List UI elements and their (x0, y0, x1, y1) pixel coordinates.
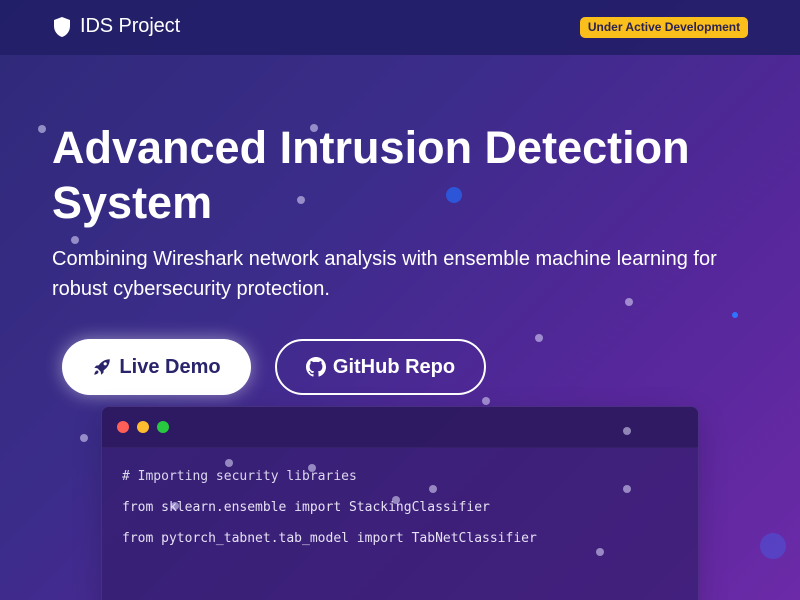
background-particle (482, 397, 490, 405)
status-badge: Under Active Development (580, 17, 748, 38)
code-body: # Importing security libraries from skle… (122, 469, 537, 562)
background-particle (308, 464, 316, 472)
page-title: Advanced Intrusion Detection System (52, 122, 690, 228)
background-particle (429, 485, 437, 493)
brand[interactable]: IDS Project (52, 15, 180, 38)
live-demo-button[interactable]: Live Demo (62, 339, 251, 395)
minimize-dot-icon (137, 421, 149, 433)
code-window-titlebar (102, 407, 698, 448)
live-demo-label: Live Demo (119, 355, 221, 378)
hero-subtitle: Combining Wireshark network analysis wit… (52, 248, 717, 300)
background-particle (623, 427, 631, 435)
close-dot-icon (117, 421, 129, 433)
background-particle (80, 434, 88, 442)
background-particle (732, 312, 738, 318)
shield-icon (52, 16, 72, 38)
maximize-dot-icon (157, 421, 169, 433)
code-line: # Importing security libraries (122, 469, 357, 484)
background-particle (760, 533, 786, 559)
code-line: from pytorch_tabnet.tab_model import Tab… (122, 531, 537, 546)
rocket-icon (92, 357, 112, 377)
brand-name: IDS Project (80, 15, 181, 37)
background-particle (392, 496, 400, 504)
background-particle (171, 502, 179, 510)
top-navbar: IDS Project Under Active Development (0, 0, 800, 55)
github-icon (305, 357, 326, 377)
background-particle (225, 459, 233, 467)
background-particle (535, 334, 543, 342)
background-particle (38, 125, 46, 133)
github-repo-button[interactable]: GitHub Repo (275, 339, 486, 395)
code-line: from sklearn.ensemble import StackingCla… (122, 500, 490, 515)
background-particle (596, 548, 604, 556)
code-window: # Importing security libraries from skle… (101, 406, 699, 600)
github-repo-label: GitHub Repo (332, 355, 456, 378)
background-particle (623, 485, 631, 493)
background-particle (71, 236, 79, 244)
